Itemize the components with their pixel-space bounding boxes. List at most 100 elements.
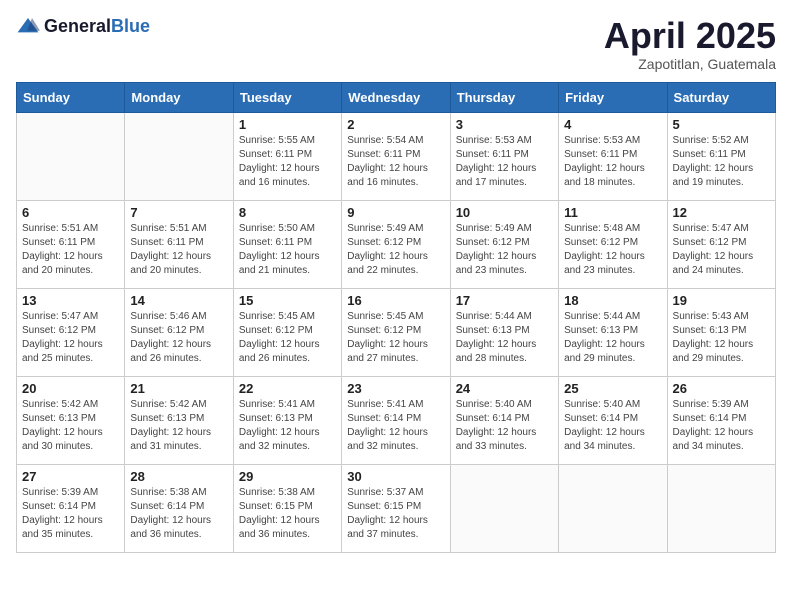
header-friday: Friday bbox=[559, 82, 667, 112]
day-info: Sunrise: 5:40 AM Sunset: 6:14 PM Dayligh… bbox=[564, 398, 661, 454]
day-info: Sunrise: 5:37 AM Sunset: 6:15 PM Dayligh… bbox=[347, 486, 444, 542]
day-number: 27 bbox=[22, 469, 119, 484]
table-row: 29Sunrise: 5:38 AM Sunset: 6:15 PM Dayli… bbox=[233, 464, 341, 552]
day-info: Sunrise: 5:50 AM Sunset: 6:11 PM Dayligh… bbox=[239, 222, 336, 278]
day-info: Sunrise: 5:51 AM Sunset: 6:11 PM Dayligh… bbox=[22, 222, 119, 278]
day-number: 1 bbox=[239, 117, 336, 132]
day-number: 16 bbox=[347, 293, 444, 308]
day-number: 8 bbox=[239, 205, 336, 220]
day-info: Sunrise: 5:47 AM Sunset: 6:12 PM Dayligh… bbox=[673, 222, 770, 278]
day-info: Sunrise: 5:43 AM Sunset: 6:13 PM Dayligh… bbox=[673, 310, 770, 366]
day-number: 23 bbox=[347, 381, 444, 396]
day-number: 25 bbox=[564, 381, 661, 396]
day-number: 10 bbox=[456, 205, 553, 220]
table-row bbox=[559, 464, 667, 552]
day-info: Sunrise: 5:49 AM Sunset: 6:12 PM Dayligh… bbox=[456, 222, 553, 278]
day-number: 3 bbox=[456, 117, 553, 132]
table-row: 16 Sunrise: 5:45 AM Sunset: 6:12 PM Dayli… bbox=[342, 288, 450, 376]
month-title: April 2025 bbox=[604, 16, 776, 56]
calendar-week-row: 27Sunrise: 5:39 AM Sunset: 6:14 PM Dayli… bbox=[17, 464, 776, 552]
location-title: Zapotitlan, Guatemala bbox=[604, 56, 776, 72]
day-info: Sunrise: 5:47 AM Sunset: 6:12 PM Dayligh… bbox=[22, 310, 119, 366]
table-row: 19 Sunrise: 5:43 AM Sunset: 6:13 PM Dayli… bbox=[667, 288, 775, 376]
header-wednesday: Wednesday bbox=[342, 82, 450, 112]
table-row: 10 Sunrise: 5:49 AM Sunset: 6:12 PM Dayli… bbox=[450, 200, 558, 288]
header-thursday: Thursday bbox=[450, 82, 558, 112]
table-row: 28 Sunrise: 5:38 AM Sunset: 6:14 PM Dayli… bbox=[125, 464, 233, 552]
day-info: Sunrise: 5:38 AM Sunset: 6:14 PM Dayligh… bbox=[130, 486, 227, 542]
day-info: Sunrise: 5:46 AM Sunset: 6:12 PM Dayligh… bbox=[130, 310, 227, 366]
table-row: 15 Sunrise: 5:45 AM Sunset: 6:12 PM Dayli… bbox=[233, 288, 341, 376]
day-info: Sunrise: 5:41 AM Sunset: 6:14 PM Dayligh… bbox=[347, 398, 444, 454]
day-number: 28 bbox=[130, 469, 227, 484]
header-sunday: Sunday bbox=[17, 82, 125, 112]
header-monday: Monday bbox=[125, 82, 233, 112]
day-number: 5 bbox=[673, 117, 770, 132]
header-saturday: Saturday bbox=[667, 82, 775, 112]
day-number: 9 bbox=[347, 205, 444, 220]
table-row: 24 Sunrise: 5:40 AM Sunset: 6:14 PM Dayli… bbox=[450, 376, 558, 464]
day-number: 26 bbox=[673, 381, 770, 396]
day-number: 15 bbox=[239, 293, 336, 308]
day-info: Sunrise: 5:54 AM Sunset: 6:11 PM Dayligh… bbox=[347, 134, 444, 190]
day-number: 19 bbox=[673, 293, 770, 308]
day-number: 4 bbox=[564, 117, 661, 132]
calendar-week-row: 13 Sunrise: 5:47 AM Sunset: 6:12 PM Dayli… bbox=[17, 288, 776, 376]
calendar-week-row: 1 Sunrise: 5:55 AM Sunset: 6:11 PM Daylig… bbox=[17, 112, 776, 200]
day-number: 20 bbox=[22, 381, 119, 396]
table-row: 12 Sunrise: 5:47 AM Sunset: 6:12 PM Dayli… bbox=[667, 200, 775, 288]
table-row: 3 Sunrise: 5:53 AM Sunset: 6:11 PM Daylig… bbox=[450, 112, 558, 200]
day-number: 6 bbox=[22, 205, 119, 220]
table-row: 9 Sunrise: 5:49 AM Sunset: 6:12 PM Daylig… bbox=[342, 200, 450, 288]
day-number: 12 bbox=[673, 205, 770, 220]
calendar-week-row: 20 Sunrise: 5:42 AM Sunset: 6:13 PM Dayli… bbox=[17, 376, 776, 464]
day-info: Sunrise: 5:49 AM Sunset: 6:12 PM Dayligh… bbox=[347, 222, 444, 278]
table-row: 25 Sunrise: 5:40 AM Sunset: 6:14 PM Dayli… bbox=[559, 376, 667, 464]
table-row bbox=[17, 112, 125, 200]
day-info: Sunrise: 5:39 AM Sunset: 6:14 PM Dayligh… bbox=[673, 398, 770, 454]
calendar-week-row: 6 Sunrise: 5:51 AM Sunset: 6:11 PM Daylig… bbox=[17, 200, 776, 288]
title-area: April 2025 Zapotitlan, Guatemala bbox=[604, 16, 776, 72]
day-info: Sunrise: 5:55 AM Sunset: 6:11 PM Dayligh… bbox=[239, 134, 336, 190]
table-row bbox=[667, 464, 775, 552]
table-row: 17Sunrise: 5:44 AM Sunset: 6:13 PM Dayli… bbox=[450, 288, 558, 376]
logo-general: General bbox=[44, 17, 111, 35]
table-row: 1 Sunrise: 5:55 AM Sunset: 6:11 PM Daylig… bbox=[233, 112, 341, 200]
day-info: Sunrise: 5:53 AM Sunset: 6:11 PM Dayligh… bbox=[456, 134, 553, 190]
table-row: 13 Sunrise: 5:47 AM Sunset: 6:12 PM Dayli… bbox=[17, 288, 125, 376]
calendar-table: Sunday Monday Tuesday Wednesday Thursday… bbox=[16, 82, 776, 553]
day-number: 14 bbox=[130, 293, 227, 308]
day-info: Sunrise: 5:41 AM Sunset: 6:13 PM Dayligh… bbox=[239, 398, 336, 454]
table-row bbox=[125, 112, 233, 200]
day-info: Sunrise: 5:40 AM Sunset: 6:14 PM Dayligh… bbox=[456, 398, 553, 454]
day-info: Sunrise: 5:38 AM Sunset: 6:15 PM Dayligh… bbox=[239, 486, 336, 542]
day-info: Sunrise: 5:48 AM Sunset: 6:12 PM Dayligh… bbox=[564, 222, 661, 278]
table-row: 20 Sunrise: 5:42 AM Sunset: 6:13 PM Dayli… bbox=[17, 376, 125, 464]
day-info: Sunrise: 5:44 AM Sunset: 6:13 PM Dayligh… bbox=[564, 310, 661, 366]
day-info: Sunrise: 5:42 AM Sunset: 6:13 PM Dayligh… bbox=[22, 398, 119, 454]
day-number: 30 bbox=[347, 469, 444, 484]
weekday-header-row: Sunday Monday Tuesday Wednesday Thursday… bbox=[17, 82, 776, 112]
day-info: Sunrise: 5:52 AM Sunset: 6:11 PM Dayligh… bbox=[673, 134, 770, 190]
day-number: 13 bbox=[22, 293, 119, 308]
day-number: 18 bbox=[564, 293, 661, 308]
table-row bbox=[450, 464, 558, 552]
logo: General Blue bbox=[16, 16, 150, 36]
day-info: Sunrise: 5:45 AM Sunset: 6:12 PM Dayligh… bbox=[239, 310, 336, 366]
header-tuesday: Tuesday bbox=[233, 82, 341, 112]
table-row: 2 Sunrise: 5:54 AM Sunset: 6:11 PM Daylig… bbox=[342, 112, 450, 200]
day-number: 7 bbox=[130, 205, 227, 220]
day-info: Sunrise: 5:45 AM Sunset: 6:12 PM Dayligh… bbox=[347, 310, 444, 366]
day-number: 24 bbox=[456, 381, 553, 396]
table-row: 26 Sunrise: 5:39 AM Sunset: 6:14 PM Dayli… bbox=[667, 376, 775, 464]
day-info: Sunrise: 5:53 AM Sunset: 6:11 PM Dayligh… bbox=[564, 134, 661, 190]
table-row: 18 Sunrise: 5:44 AM Sunset: 6:13 PM Dayli… bbox=[559, 288, 667, 376]
table-row: 22 Sunrise: 5:41 AM Sunset: 6:13 PM Dayli… bbox=[233, 376, 341, 464]
day-info: Sunrise: 5:51 AM Sunset: 6:11 PM Dayligh… bbox=[130, 222, 227, 278]
day-number: 22 bbox=[239, 381, 336, 396]
table-row: 5 Sunrise: 5:52 AM Sunset: 6:11 PM Daylig… bbox=[667, 112, 775, 200]
table-row: 7 Sunrise: 5:51 AM Sunset: 6:11 PM Daylig… bbox=[125, 200, 233, 288]
logo-icon bbox=[16, 16, 40, 36]
day-number: 2 bbox=[347, 117, 444, 132]
table-row: 11Sunrise: 5:48 AM Sunset: 6:12 PM Dayli… bbox=[559, 200, 667, 288]
